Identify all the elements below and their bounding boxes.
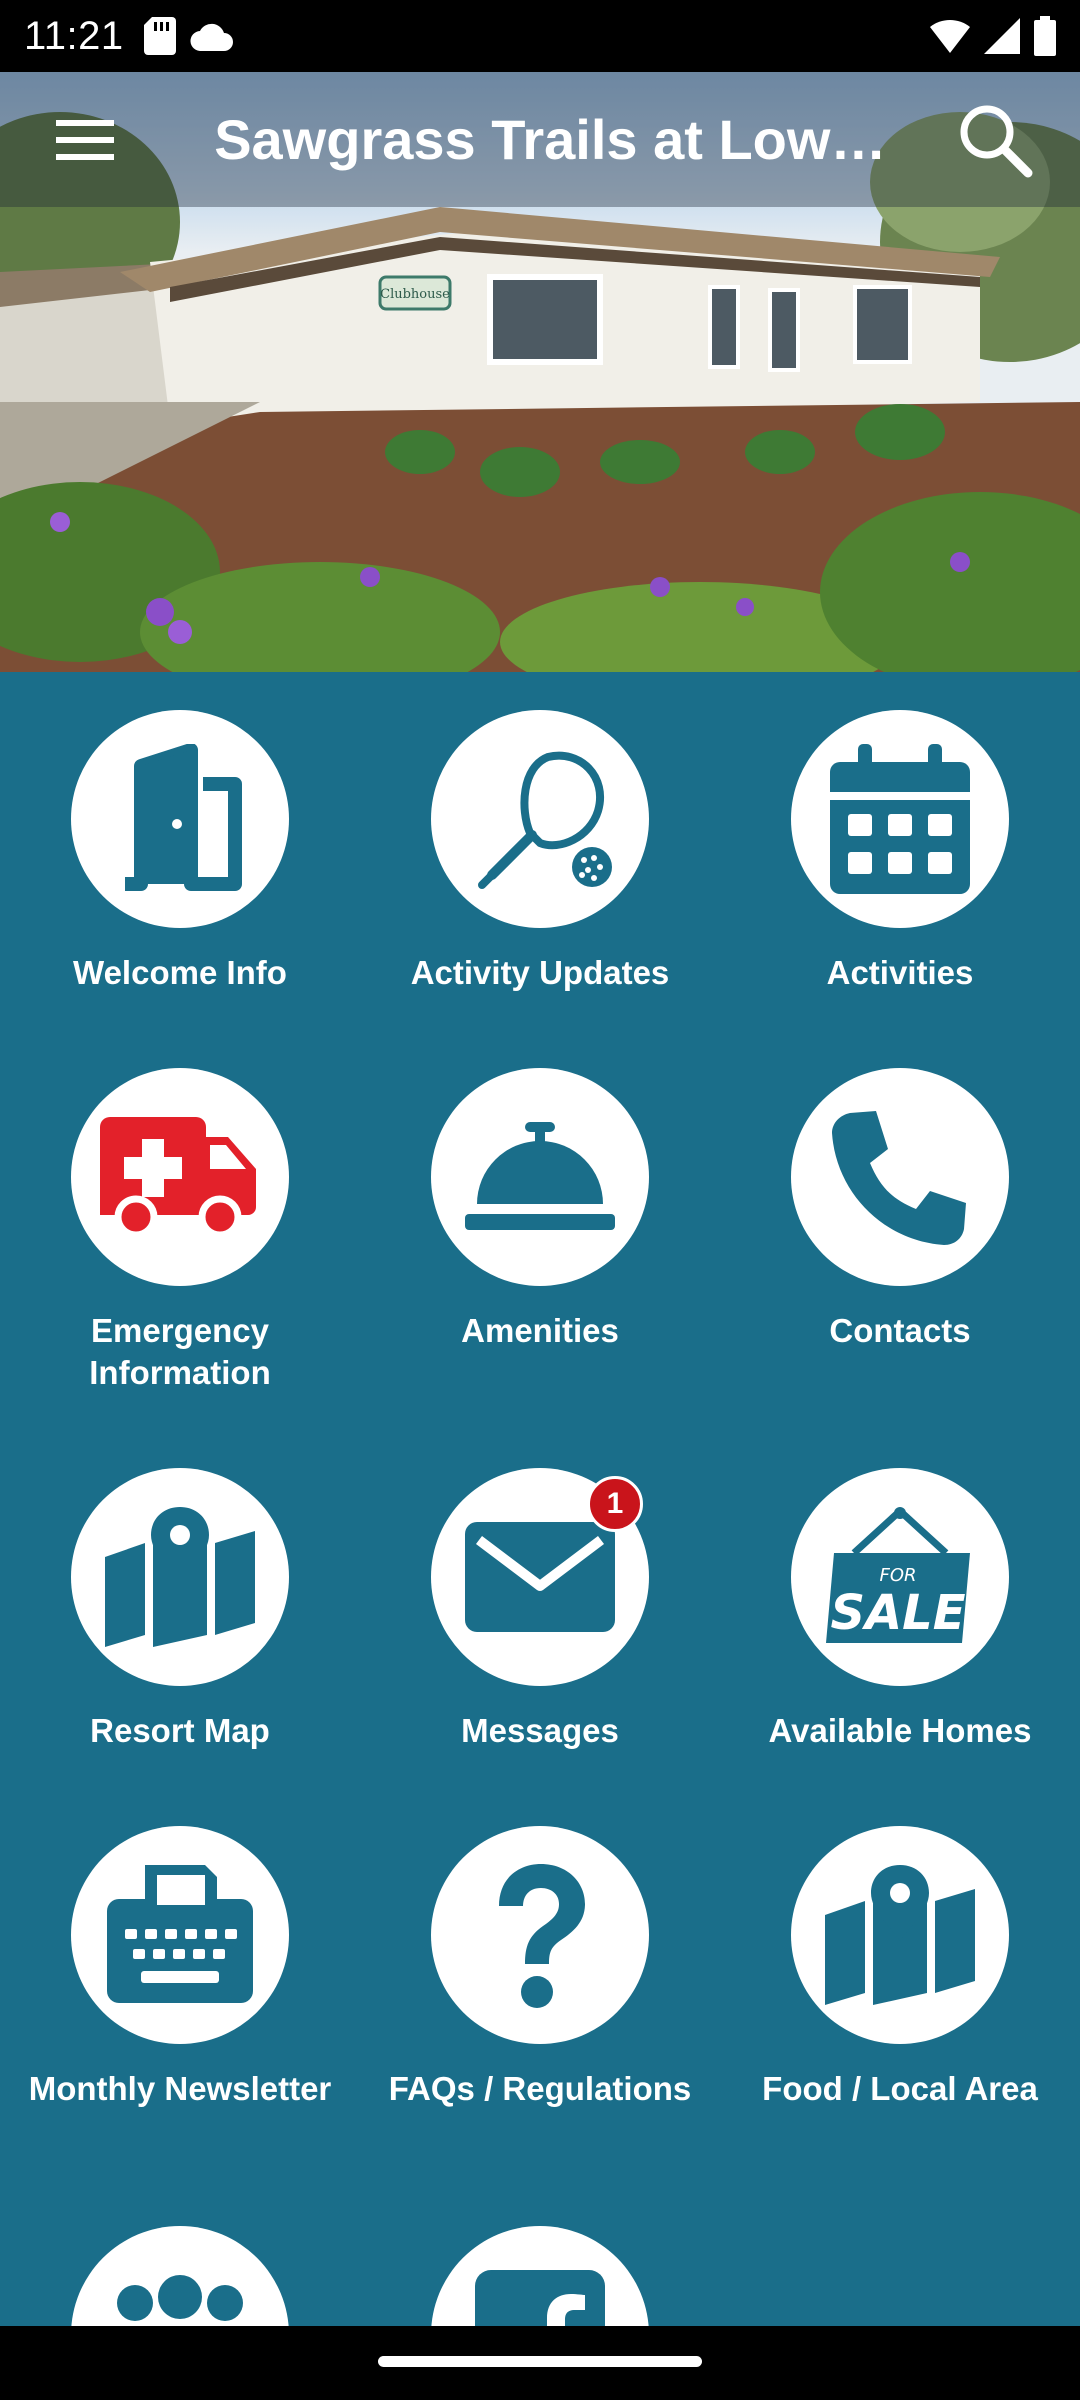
tile-label: Contacts — [829, 1312, 971, 1349]
envelope-icon — [465, 1522, 615, 1632]
sale-sign-main-text: SALE — [830, 1585, 965, 1641]
faqs-circle — [431, 1826, 649, 2044]
tile-contacts[interactable]: Contacts — [720, 1068, 1080, 1352]
available-homes-circle: FOR SALE — [791, 1468, 1009, 1686]
status-bar: 11:21 — [0, 0, 1080, 72]
tile-label: Activity Updates — [410, 954, 670, 991]
tile-messages[interactable]: 1 Messages — [360, 1468, 720, 1752]
menu-button[interactable] — [0, 72, 169, 207]
search-icon — [960, 105, 1033, 177]
tile-monthly-newsletter[interactable]: Monthly Newsletter — [0, 1826, 360, 2110]
clubhouse-sign-text: Clubhouse — [380, 287, 450, 302]
emergency-circle — [71, 1068, 289, 1286]
pickleball-paddle-icon — [478, 751, 612, 889]
tile-label: Welcome Info — [73, 954, 287, 991]
tile-welcome-info[interactable]: Welcome Info — [0, 710, 360, 994]
hamburger-menu-icon — [55, 119, 114, 160]
tile-label: Amenities — [461, 1312, 619, 1349]
wifi-icon — [930, 19, 970, 53]
phone-icon — [832, 1111, 966, 1245]
tile-label: Monthly Newsletter — [28, 2070, 332, 2107]
search-button[interactable] — [911, 72, 1080, 207]
for-sale-sign-icon: FOR SALE — [826, 1507, 970, 1643]
tile-food-local-area[interactable]: Food / Local Area — [720, 1826, 1080, 2110]
app-title: Sawgrass Trails at Low… — [214, 108, 887, 171]
tile-label: Resort Map — [90, 1712, 270, 1749]
amenities-circle — [431, 1068, 649, 1286]
contacts-circle — [791, 1068, 1009, 1286]
tile-label: Messages — [461, 1712, 619, 1749]
sale-sign-top-text: FOR — [879, 1565, 916, 1586]
tile-label: Emergency Information — [89, 1312, 271, 1391]
calendar-icon — [830, 744, 970, 894]
tile-activity-updates[interactable]: Activity Updates — [360, 710, 720, 994]
resort-map-circle — [71, 1468, 289, 1686]
status-time: 11:21 — [24, 13, 124, 58]
tile-activities[interactable]: Activities — [720, 710, 1080, 994]
activity-updates-circle — [431, 710, 649, 928]
sd-card-icon — [143, 17, 176, 55]
tile-amenities[interactable]: Amenities — [360, 1068, 720, 1352]
typewriter-icon — [107, 1865, 253, 2003]
tile-faqs-regulations[interactable]: FAQs / Regulations — [360, 1826, 720, 2110]
cloud-icon — [190, 23, 233, 51]
map-pin-icon — [825, 1865, 975, 2005]
service-bell-icon — [465, 1122, 615, 1230]
tile-emergency-information[interactable]: Emergency Information — [0, 1068, 360, 1394]
welcome-info-circle — [71, 710, 289, 928]
tile-label: Food / Local Area — [762, 2070, 1038, 2107]
messages-circle: 1 — [431, 1468, 649, 1686]
unread-badge: 1 — [587, 1476, 643, 1532]
tile-label: FAQs / Regulations — [388, 2070, 692, 2107]
question-icon — [499, 1864, 585, 2008]
app-bar: Sawgrass Trails at Low… — [0, 72, 1080, 207]
tile-label: Available Homes — [768, 1712, 1032, 1749]
newsletter-circle — [71, 1826, 289, 2044]
food-local-area-circle — [791, 1826, 1009, 2044]
home-gesture-handle[interactable] — [378, 2356, 702, 2367]
activities-circle — [791, 710, 1009, 928]
tile-resort-map[interactable]: Resort Map — [0, 1468, 360, 1752]
ambulance-icon — [100, 1117, 256, 1237]
tile-label: Activities — [826, 954, 974, 991]
door-icon — [125, 744, 242, 891]
signal-icon — [984, 18, 1020, 54]
battery-icon — [1034, 16, 1056, 56]
tile-available-homes[interactable]: FOR SALE Available Homes — [720, 1468, 1080, 1752]
map-icon — [105, 1507, 255, 1647]
